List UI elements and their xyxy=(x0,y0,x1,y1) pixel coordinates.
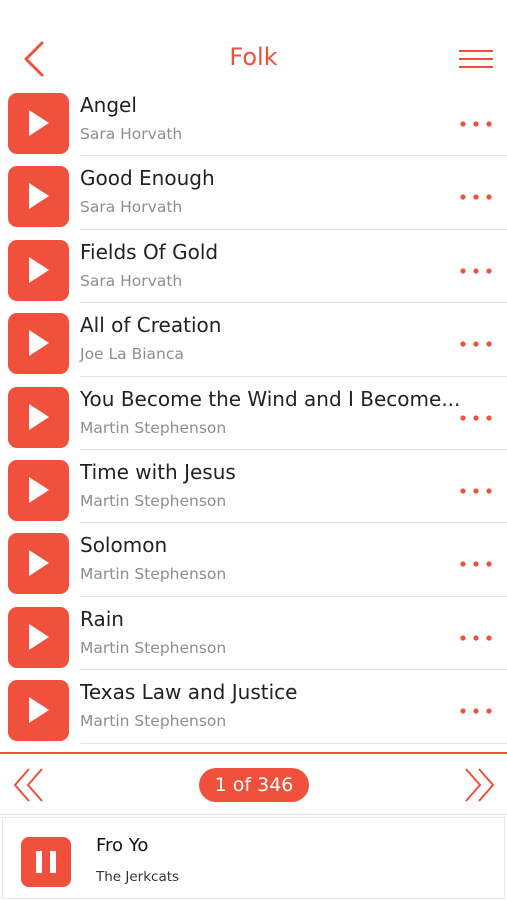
play-button[interactable] xyxy=(8,166,69,228)
track-title: Time with Jesus xyxy=(80,459,236,484)
play-icon xyxy=(29,550,49,577)
double-chevron-left-icon xyxy=(13,768,43,802)
menu-button[interactable] xyxy=(456,48,496,72)
track-artist: Martin Stephenson xyxy=(80,418,227,437)
track-row[interactable]: Solomon Martin Stephenson xyxy=(0,523,507,597)
play-button[interactable] xyxy=(8,239,69,301)
track-row[interactable]: Angel Sara Horvath xyxy=(0,83,507,157)
track-row[interactable]: Rain Martin Stephenson xyxy=(0,597,507,671)
track-artist: Martin Stephenson xyxy=(80,638,227,657)
header: Folk xyxy=(0,0,507,86)
play-button[interactable] xyxy=(8,386,69,448)
more-dots-icon xyxy=(460,414,492,421)
more-options-button[interactable] xyxy=(458,336,494,350)
play-button[interactable] xyxy=(8,459,69,521)
track-title: Fields Of Gold xyxy=(80,239,219,264)
play-icon xyxy=(29,330,49,357)
track-artist: Sara Horvath xyxy=(80,125,183,143)
more-options-button[interactable] xyxy=(458,189,494,203)
app-screen: Folk Angel Sara Horvath Good Enough Sara Ho… xyxy=(0,0,507,900)
more-options-button[interactable] xyxy=(458,556,494,570)
previous-page-button[interactable] xyxy=(12,766,46,804)
next-page-button[interactable] xyxy=(462,766,496,804)
more-options-button[interactable] xyxy=(458,630,494,644)
page-title: Folk xyxy=(229,43,278,71)
more-dots-icon xyxy=(460,121,492,127)
more-options-button[interactable] xyxy=(458,483,494,497)
more-dots-icon xyxy=(460,488,492,494)
track-title: Angel xyxy=(80,93,137,117)
play-icon xyxy=(29,110,49,136)
pagination-bar: 1 of 346 xyxy=(0,752,507,814)
play-icon xyxy=(29,403,49,430)
play-button[interactable] xyxy=(8,313,69,375)
track-row[interactable]: Time with Jesus Martin Stephenson xyxy=(0,450,507,524)
play-icon xyxy=(29,697,49,724)
more-options-button[interactable] xyxy=(458,410,494,424)
play-button[interactable] xyxy=(8,93,69,154)
play-button[interactable] xyxy=(8,606,69,668)
track-artist: Martin Stephenson xyxy=(80,491,227,510)
track-row[interactable]: Texas Law and Justice Martin Stephenson xyxy=(0,670,507,744)
track-artist: Martin Stephenson xyxy=(80,565,227,584)
play-icon xyxy=(29,183,49,210)
track-list: Angel Sara Horvath Good Enough Sara Horvath… xyxy=(0,83,507,744)
page-indicator: 1 of 346 xyxy=(199,768,309,802)
now-playing-title: Fro Yo xyxy=(96,835,149,856)
double-chevron-right-icon xyxy=(465,768,495,802)
now-playing-artist: The Jerkcats xyxy=(96,869,180,885)
more-dots-icon xyxy=(460,194,492,200)
track-title: Good Enough xyxy=(80,166,215,191)
track-artist: Martin Stephenson xyxy=(80,712,227,731)
row-divider xyxy=(80,742,507,744)
more-dots-icon xyxy=(460,268,492,274)
play-icon xyxy=(29,623,49,650)
track-row[interactable]: Good Enough Sara Horvath xyxy=(0,156,507,230)
now-playing-card: Fro Yo The Jerkcats xyxy=(2,817,505,899)
track-row[interactable]: All of Creation Joe La Bianca xyxy=(0,303,507,377)
play-icon xyxy=(29,476,49,503)
more-options-button[interactable] xyxy=(458,116,494,130)
play-button[interactable] xyxy=(8,680,69,742)
more-options-button[interactable] xyxy=(458,703,494,717)
more-dots-icon xyxy=(460,708,492,714)
now-playing-bar[interactable]: Fro Yo The Jerkcats xyxy=(0,814,507,900)
track-row[interactable]: You Become the Wind and I Become... Marti… xyxy=(0,377,507,450)
track-artist: Sara Horvath xyxy=(80,198,183,217)
track-title: All of Creation xyxy=(80,313,222,338)
track-title: Texas Law and Justice xyxy=(80,680,298,705)
hamburger-menu-icon xyxy=(459,50,493,68)
track-title: You Become the Wind and I Become... xyxy=(80,386,460,411)
track-title: Rain xyxy=(80,606,124,631)
pause-button[interactable] xyxy=(21,837,71,887)
more-dots-icon xyxy=(460,341,492,347)
more-dots-icon xyxy=(460,635,492,641)
track-title: Solomon xyxy=(80,533,168,558)
track-artist: Sara Horvath xyxy=(80,271,183,290)
play-icon xyxy=(29,256,49,283)
track-artist: Joe La Bianca xyxy=(80,345,184,364)
play-button[interactable] xyxy=(8,533,69,595)
more-options-button[interactable] xyxy=(458,263,494,277)
more-dots-icon xyxy=(460,561,492,567)
track-row[interactable]: Fields Of Gold Sara Horvath xyxy=(0,230,507,304)
